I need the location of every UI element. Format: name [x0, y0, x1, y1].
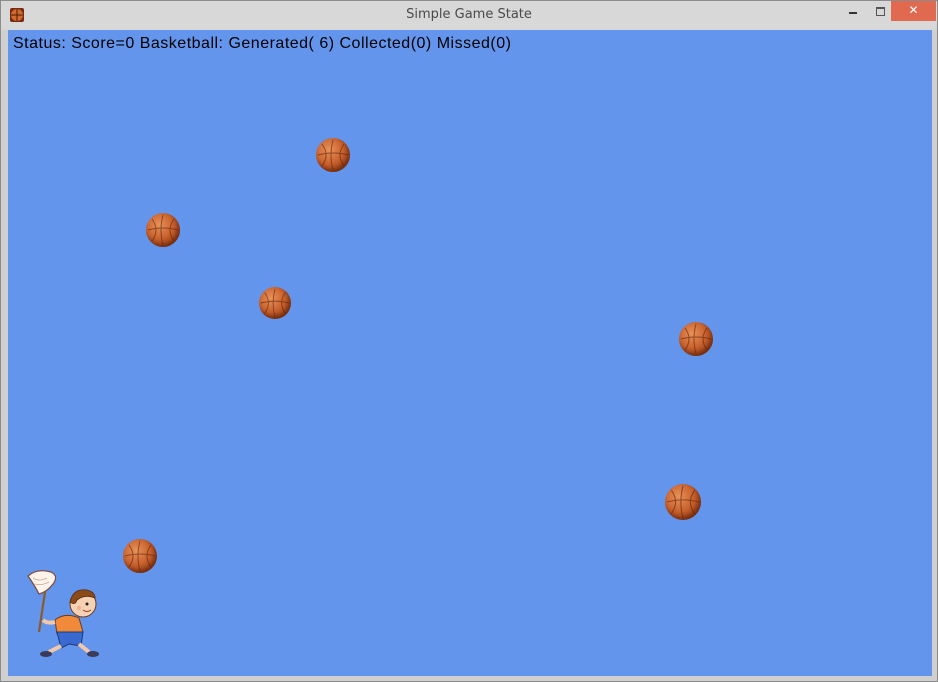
close-button[interactable]: ✕ [891, 1, 936, 21]
basketball [123, 539, 157, 573]
minimize-button[interactable] [839, 1, 867, 21]
basketball [665, 484, 701, 520]
player-sprite [27, 570, 99, 657]
maximize-button[interactable] [867, 1, 893, 21]
basketball [316, 138, 350, 172]
status-text: Status: Score=0 Basketball: Generated( 6… [13, 35, 512, 52]
title-bar[interactable]: Simple Game State ✕ [1, 1, 937, 30]
game-canvas[interactable]: Status: Score=0 Basketball: Generated( 6… [8, 30, 932, 676]
basketball [146, 213, 180, 247]
window-title: Simple Game State [406, 7, 532, 22]
basketball [679, 322, 713, 356]
game-window: Simple Game State ✕ Status: Score=0 Bask… [0, 0, 938, 682]
basketball [259, 287, 291, 319]
